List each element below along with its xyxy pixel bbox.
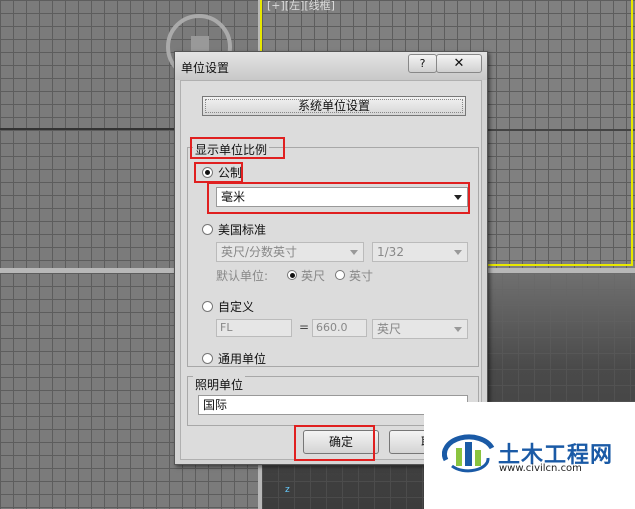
- civilcn-logo-icon: [442, 434, 495, 473]
- default-inches-label: 英寸: [349, 269, 374, 283]
- chevron-down-icon: [454, 327, 462, 332]
- equals-sign: =: [299, 320, 310, 334]
- generic-units-label: 通用单位: [218, 352, 267, 366]
- viewport-label[interactable]: [+][左][线框]: [267, 0, 335, 13]
- dialog-titlebar[interactable]: 单位设置 ? ✕: [175, 52, 487, 80]
- default-unit-label: 默认单位:: [216, 269, 269, 283]
- us-unit-select[interactable]: 英尺/分数英寸: [216, 242, 364, 262]
- default-feet-label: 英尺: [301, 269, 326, 283]
- custom-radio[interactable]: [202, 301, 213, 312]
- highlight-ok-button: [294, 425, 375, 461]
- custom-unit-select[interactable]: 英尺: [372, 319, 468, 339]
- default-feet-radio[interactable]: [287, 270, 297, 280]
- chevron-down-icon: [350, 250, 358, 255]
- custom-name-input[interactable]: FL: [216, 319, 292, 337]
- default-inches-radio[interactable]: [335, 270, 345, 280]
- us-unit-value: 英尺/分数英寸: [221, 245, 298, 259]
- chevron-down-icon: [454, 250, 462, 255]
- generic-units-radio[interactable]: [202, 353, 213, 364]
- axis-z-label: z: [285, 485, 290, 495]
- lighting-units-value: 国际: [203, 398, 228, 412]
- focus-rect: [205, 99, 463, 113]
- highlight-display-unit-scale: [190, 137, 285, 159]
- custom-unit-value: 英尺: [377, 322, 402, 336]
- highlight-metric-select: [207, 182, 470, 214]
- us-standard-label: 美国标准: [218, 223, 267, 237]
- highlight-metric: [194, 162, 243, 183]
- dialog-title: 单位设置: [181, 61, 230, 75]
- us-fraction-select[interactable]: 1/32: [372, 242, 468, 262]
- watermark-url: www.civilcn.com: [499, 463, 582, 474]
- custom-amount-input[interactable]: 660.0: [312, 319, 367, 337]
- close-button[interactable]: ✕: [436, 54, 482, 73]
- help-button[interactable]: ?: [408, 54, 437, 73]
- system-unit-setup-button[interactable]: 系统单位设置: [202, 96, 466, 116]
- us-fraction-value: 1/32: [377, 245, 404, 259]
- lighting-units-title: 照明单位: [193, 376, 246, 393]
- custom-label: 自定义: [218, 300, 255, 314]
- us-standard-radio[interactable]: [202, 224, 213, 235]
